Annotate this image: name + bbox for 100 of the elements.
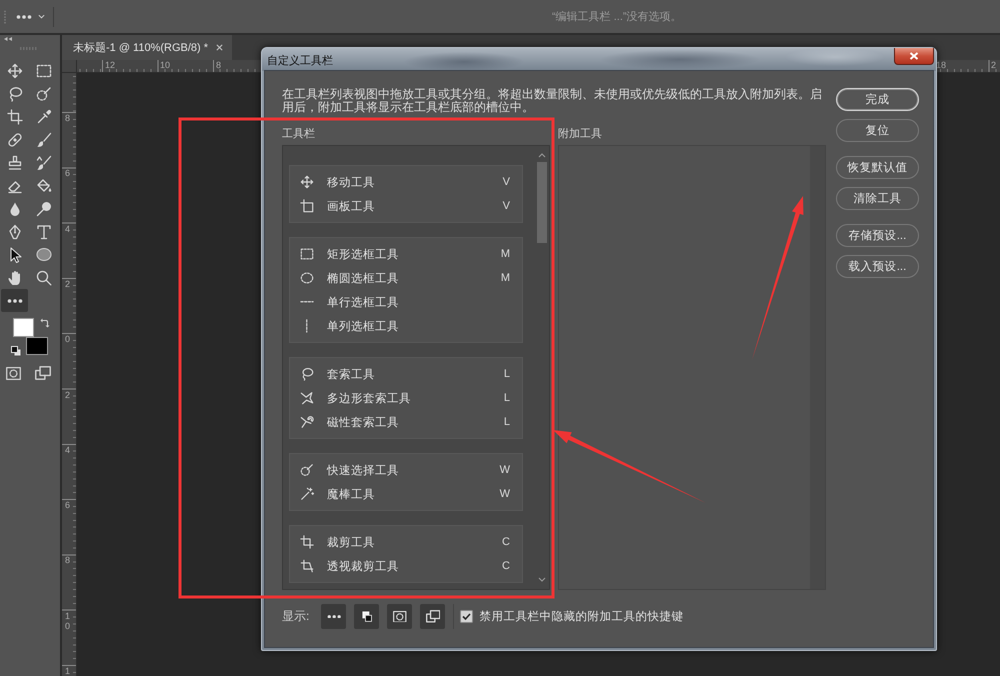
tool-name: 椭圆选框工具 <box>327 272 399 286</box>
tool-name: 矩形选框工具 <box>327 248 399 262</box>
dashed-rectangle-icon <box>300 247 314 261</box>
polygon-lasso-icon <box>300 391 314 405</box>
crop-icon <box>6 108 22 124</box>
display-mode-button[interactable] <box>321 604 346 629</box>
stacked-windows-icon[interactable] <box>35 366 51 380</box>
tool-name: 魔棒工具 <box>327 487 375 502</box>
dots-icon <box>16 14 32 18</box>
tool-name: 单行选框工具 <box>327 296 399 310</box>
tool-button[interactable] <box>1 289 28 312</box>
tool-group[interactable]: 套索工具 L 多边形套索工具 L 磁性套索工具 L <box>289 357 523 439</box>
dashed-ellipse-icon <box>300 271 314 285</box>
dialog-button[interactable]: 完成 <box>836 88 919 111</box>
options-message: “编辑工具栏 ...”没有选项。 <box>552 10 682 24</box>
close-icon[interactable] <box>216 44 224 51</box>
tool-group[interactable]: 矩形选框工具 M 椭圆选框工具 M 单行选框工具 单列选框工具 <box>289 237 523 343</box>
ruler-number: 2 <box>65 390 70 400</box>
shortcut-key: L <box>504 368 510 380</box>
dialog-button[interactable]: 存储预设... <box>836 224 919 247</box>
close-button[interactable] <box>894 48 934 65</box>
background-swatch[interactable] <box>26 337 48 355</box>
magnifier-icon <box>36 270 52 286</box>
shortcut-key: M <box>500 272 510 284</box>
dashed-vertical-line-icon <box>305 319 309 333</box>
crop-icon <box>300 535 314 549</box>
checkbox-icon[interactable] <box>460 610 474 623</box>
close-icon <box>909 52 919 60</box>
extra-tools-label: 附加工具 <box>558 127 602 141</box>
tool-name: 磁性套索工具 <box>327 416 399 430</box>
ruler-number: 1 <box>65 666 70 676</box>
display-mode-button[interactable] <box>354 604 380 629</box>
dots-icon <box>326 614 342 618</box>
brush-icon <box>36 132 52 148</box>
dialog-description: 在工具栏列表视图中拖放工具或其分组。将超出数量限制、未使用或优先级低的工具放入附加列表。启用后，附加工具将显示在工具栏底部的槽位中。 <box>282 88 823 114</box>
ruler-number: 8 <box>216 60 222 71</box>
tool-name: 透视裁剪工具 <box>327 559 399 574</box>
tool-group[interactable]: 移动工具 V 画板工具 V <box>289 165 523 223</box>
shortcut-key: V <box>502 176 510 188</box>
dialog-button[interactable]: 载入预设... <box>836 255 919 278</box>
tool-group[interactable]: 裁剪工具 C 透视裁剪工具 C <box>289 525 523 583</box>
ruler-number: 2 <box>991 60 996 71</box>
dashed-circle-brush-icon <box>300 463 314 477</box>
display-mode-button[interactable] <box>387 604 412 629</box>
document-tab[interactable]: 未标题-1 @ 110%(RGB/8) * <box>62 35 232 60</box>
stacked-windows-icon <box>426 610 440 623</box>
dialog-button[interactable]: 恢复默认值 <box>836 156 919 179</box>
scrollbar-thumb[interactable] <box>537 162 547 243</box>
hand-icon <box>6 270 22 286</box>
tool-name: 裁剪工具 <box>327 535 375 550</box>
bucket-icon <box>36 178 52 194</box>
ruler-number: 4 <box>65 444 70 455</box>
shortcuts-checkbox[interactable]: 禁用工具栏中隐藏的附加工具的快捷键 <box>460 609 684 624</box>
artboard-icon <box>300 199 314 213</box>
brush-arrow-icon <box>36 154 52 170</box>
ruler-number: 6 <box>65 168 70 178</box>
quick-mask-icon[interactable] <box>6 366 21 380</box>
dialog-button[interactable]: 清除工具 <box>836 187 919 210</box>
letter-t-icon <box>36 224 52 240</box>
foreground-swatch[interactable] <box>13 318 34 337</box>
tool-name: 多边形套索工具 <box>327 392 411 406</box>
eyedropper-icon <box>36 108 52 124</box>
move-arrows-icon <box>300 175 314 189</box>
chevron-down-icon[interactable] <box>538 577 546 582</box>
shortcut-key: L <box>504 416 510 428</box>
dialog-button[interactable]: 复位 <box>836 119 919 142</box>
ruler-number: 8 <box>65 555 70 566</box>
color-squares-icon <box>362 611 372 622</box>
dashed-line-icon <box>300 300 314 304</box>
ruler-number: 18 <box>936 60 946 71</box>
move-arrows-icon <box>6 62 22 78</box>
lasso-icon <box>300 367 314 381</box>
tool-name: 快速选择工具 <box>327 464 399 478</box>
tool-name: 单列选框工具 <box>327 320 399 334</box>
shortcut-key: W <box>500 464 510 476</box>
ruler-number: 10 <box>65 610 70 631</box>
caret-icon <box>38 14 45 19</box>
shortcut-key: W <box>500 488 510 500</box>
chevron-up-icon[interactable] <box>538 153 546 158</box>
dialog-title: 自定义工具栏 <box>267 55 333 68</box>
display-mode-button[interactable] <box>420 604 446 629</box>
dashed-rectangle-icon <box>36 62 52 78</box>
shortcut-key: C <box>502 536 510 548</box>
dots-icon <box>6 298 22 302</box>
ruler-number: 10 <box>160 60 170 71</box>
pen-nib-icon <box>6 224 22 240</box>
ruler-number: 2 <box>65 278 70 289</box>
swap-arrows-icon[interactable] <box>40 318 50 328</box>
overlapping-squares-icon[interactable] <box>11 346 21 356</box>
grip-icon[interactable] <box>3 10 7 24</box>
dashed-circle-brush-icon <box>36 86 52 102</box>
tool-group[interactable]: 快速选择工具 W 魔棒工具 W <box>289 453 523 511</box>
magnetic-lasso-icon <box>300 415 314 429</box>
shortcut-key: L <box>504 392 510 404</box>
magic-wand-icon <box>300 487 314 501</box>
shortcut-key: M <box>500 248 510 260</box>
display-label: 显示: <box>282 608 310 625</box>
double-arrow-icon[interactable] <box>4 37 12 41</box>
shortcut-key: C <box>502 560 510 572</box>
ruler-number: 8 <box>65 113 70 123</box>
